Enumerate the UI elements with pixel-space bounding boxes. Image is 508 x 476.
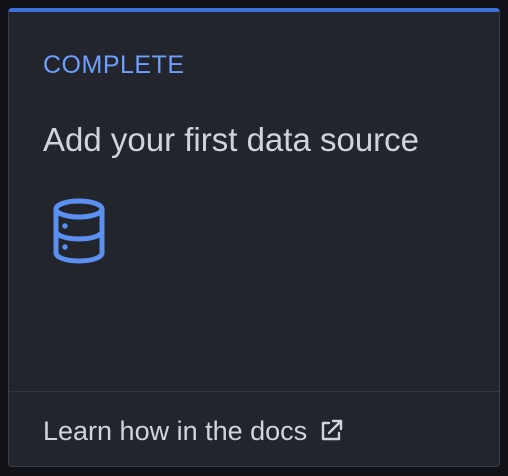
- docs-link[interactable]: Learn how in the docs: [43, 414, 345, 448]
- external-link-icon: [317, 417, 345, 445]
- status-label: COMPLETE: [43, 51, 185, 79]
- card-divider: [9, 391, 499, 392]
- card-title: Add your first data source: [43, 121, 420, 158]
- docs-link-label: Learn how in the docs: [43, 416, 308, 446]
- database-icon: [51, 198, 107, 264]
- onboarding-card: COMPLETE Add your first data source Lear…: [8, 8, 500, 467]
